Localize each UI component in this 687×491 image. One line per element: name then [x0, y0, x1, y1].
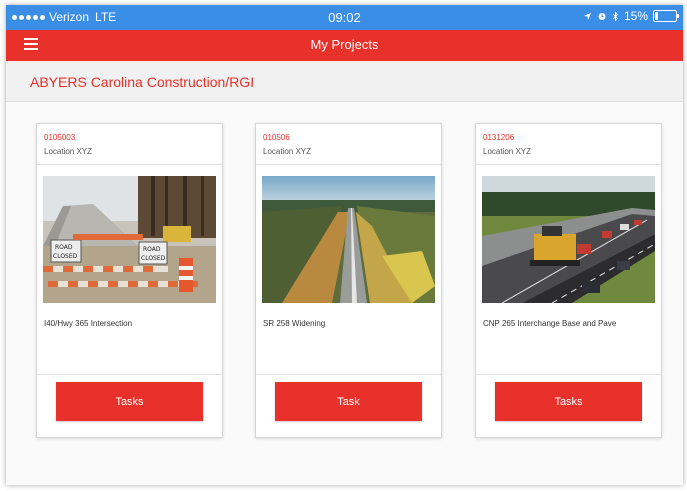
tasks-button[interactable]: Tasks: [495, 382, 642, 421]
card-divider: [476, 374, 661, 375]
page-title: My Projects: [310, 37, 379, 52]
battery-fill: [655, 12, 659, 20]
project-card[interactable]: 0131206 Location XYZ CNP 265 Interchange…: [475, 123, 662, 438]
alarm-icon: [598, 13, 606, 20]
highway-aerial-photo: [262, 176, 435, 303]
project-card-header: 010506 Location XYZ: [256, 124, 441, 165]
company-name: ABYERS Carolina Construction/RGI: [30, 74, 255, 90]
app-bar: My Projects: [6, 30, 683, 61]
project-code: 0105003: [44, 133, 76, 142]
project-card[interactable]: 010506 Location XYZ SR 258 Widening Task: [255, 123, 442, 438]
project-description: CNP 265 Interchange Base and Pave: [483, 319, 617, 328]
svg-text:ROAD: ROAD: [143, 246, 161, 253]
svg-text:CLOSED: CLOSED: [53, 253, 78, 260]
project-card[interactable]: 0105003 Location XYZ ROAD CLOSED ROAD CL…: [36, 123, 223, 438]
bluetooth-icon: [612, 10, 619, 22]
battery-percent: 15%: [623, 9, 648, 23]
status-bar: Verizon LTE 09:02 15%: [6, 5, 683, 30]
location-arrow-icon: [583, 12, 592, 20]
svg-text:ROAD: ROAD: [55, 244, 73, 251]
ipad-screen: Verizon LTE 09:02 15% My Projects ABYERS…: [6, 5, 683, 485]
project-location: Location XYZ: [263, 147, 312, 156]
project-list: 0105003 Location XYZ ROAD CLOSED ROAD CL…: [6, 102, 683, 485]
project-card-header: 0131206 Location XYZ: [476, 124, 661, 165]
status-time: 09:02: [328, 10, 361, 25]
company-header: ABYERS Carolina Construction/RGI: [6, 61, 683, 102]
project-location: Location XYZ: [483, 147, 532, 156]
task-button[interactable]: Task: [275, 382, 422, 421]
project-description: I40/Hwy 365 Intersection: [44, 319, 133, 328]
tasks-button[interactable]: Tasks: [56, 382, 203, 421]
battery-icon: [653, 10, 679, 22]
project-card-header: 0105003 Location XYZ: [37, 124, 222, 165]
project-code: 0131206: [483, 133, 515, 142]
card-divider: [256, 374, 441, 375]
road-closed-construction-photo: ROAD CLOSED ROAD CLOSED: [43, 176, 216, 303]
svg-text:CLOSED: CLOSED: [141, 255, 166, 262]
status-right: 15%: [583, 9, 679, 23]
project-location: Location XYZ: [44, 147, 93, 156]
project-code: 010506: [263, 133, 290, 142]
project-description: SR 258 Widening: [263, 319, 326, 328]
card-divider: [37, 374, 222, 375]
highway-paving-photo: [482, 176, 655, 303]
